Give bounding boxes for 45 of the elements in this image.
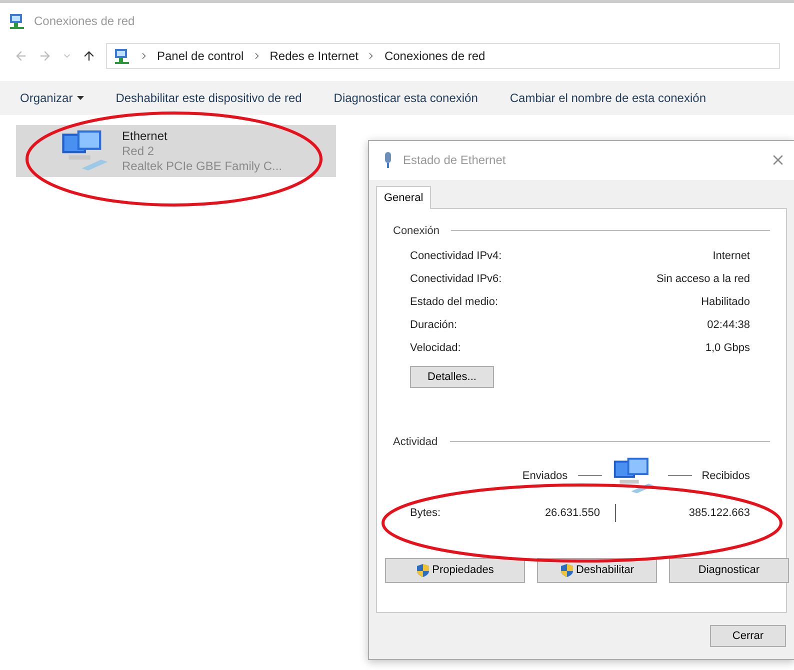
close-button[interactable]: Cerrar xyxy=(710,625,786,647)
field-value: Sin acceso a la red xyxy=(656,273,750,286)
toolbar-button[interactable]: Cambiar el nombre de esta conexión xyxy=(510,91,706,105)
address-bar[interactable]: Panel de control Redes e Internet Conexiones de red xyxy=(106,43,780,69)
up-icon[interactable] xyxy=(82,49,96,63)
field-label: Estado del medio: xyxy=(410,296,498,308)
caret-icon xyxy=(76,96,84,100)
field-value: Habilitado xyxy=(701,296,750,308)
back-icon[interactable] xyxy=(14,49,28,63)
field-label: Conectividad IPv6: xyxy=(410,273,502,286)
dialog-button[interactable]: Diagnosticar xyxy=(669,558,789,583)
network-icon xyxy=(113,47,131,65)
breadcrumb[interactable]: Redes e Internet xyxy=(270,49,358,63)
bytes-sent: 26.631.550 xyxy=(544,506,600,519)
connection-item[interactable]: Ethernet Red 2 Realtek PCIe GBE Family C... xyxy=(16,125,336,177)
group-heading: Conexión xyxy=(393,224,440,237)
dialog-button[interactable]: Propiedades xyxy=(385,558,525,583)
field-label: Velocidad: xyxy=(410,342,461,354)
breadcrumb[interactable]: Conexiones de red xyxy=(384,49,486,63)
toolbar-button[interactable]: Organizar xyxy=(20,91,84,105)
network-name: Red 2 xyxy=(122,144,156,158)
field-value: Internet xyxy=(712,250,750,262)
field-label: Duración: xyxy=(410,319,458,332)
group-heading: Actividad xyxy=(393,436,438,448)
shield-icon xyxy=(560,562,574,578)
field-value: 1,0 Gbps xyxy=(705,342,750,354)
bytes-received: 385.122.663 xyxy=(688,506,750,519)
forward-icon[interactable] xyxy=(38,49,52,63)
dialog-title: Estado de Ethernet xyxy=(403,153,507,168)
tab[interactable]: General xyxy=(376,186,432,209)
window-title: Conexiones de red xyxy=(34,14,135,28)
shield-icon xyxy=(416,562,430,578)
received-label: Recibidos xyxy=(702,470,750,482)
network-icon xyxy=(8,12,26,30)
field-label: Conectividad IPv4: xyxy=(410,250,502,262)
toolbar-button[interactable]: Deshabilitar este dispositivo de red xyxy=(116,91,302,105)
adapter-name: Realtek PCIe GBE Family C... xyxy=(122,159,282,173)
bytes-label: Bytes: xyxy=(410,506,442,519)
details-button[interactable]: Detalles... xyxy=(410,366,494,388)
field-value: 02:44:38 xyxy=(707,319,750,332)
breadcrumb[interactable]: Panel de control xyxy=(157,49,244,63)
sent-label: Enviados xyxy=(522,470,568,482)
toolbar-button[interactable]: Diagnosticar esta conexión xyxy=(334,91,478,105)
connection-name: Ethernet xyxy=(122,129,168,143)
plug-icon xyxy=(383,151,393,170)
